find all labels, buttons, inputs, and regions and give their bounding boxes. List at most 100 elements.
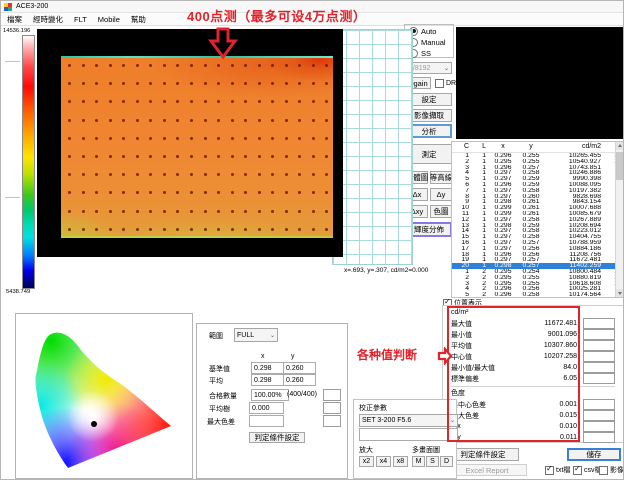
measure-point	[149, 82, 152, 85]
scrollbar-thumb[interactable]	[616, 152, 624, 180]
measure-point	[109, 137, 112, 140]
menu-item-FLT[interactable]: FLT	[74, 15, 87, 24]
measure-point	[271, 119, 274, 122]
calibration-select[interactable]: SET 3-200 F5.6⌄	[359, 414, 458, 427]
measure-point	[122, 119, 125, 122]
measure-point	[312, 82, 315, 85]
max-color-diff-field[interactable]	[249, 415, 284, 427]
measure-point	[190, 100, 193, 103]
annotation-judge-note: 各种值判断	[357, 346, 417, 363]
cie-diagram	[21, 321, 187, 473]
multiview-m-button[interactable]: M	[412, 456, 425, 467]
average-y-field[interactable]: 0.260	[283, 374, 316, 386]
reference-y-field[interactable]: 0.260	[283, 362, 316, 374]
window-title: ACE3-200	[16, 3, 48, 10]
measure-point	[271, 137, 274, 140]
measure-point	[149, 100, 152, 103]
heatmap-panel[interactable]	[37, 29, 343, 257]
txt-file-checkbox[interactable]: txt檔	[545, 465, 570, 475]
chevron-down-icon: ⌄	[270, 332, 275, 339]
measure-point	[231, 155, 234, 158]
measure-point	[298, 64, 301, 67]
save-button[interactable]: 儲存	[567, 448, 621, 461]
radio-manual[interactable]: Manual	[409, 37, 453, 47]
menu-item-幫助[interactable]: 幫助	[131, 14, 146, 25]
csv-file-checkbox[interactable]: csv檔	[573, 465, 602, 475]
radio-auto[interactable]: Auto	[409, 26, 453, 36]
measure-point	[82, 210, 85, 213]
measure-point	[285, 210, 288, 213]
zoom-x2-button[interactable]: x2	[359, 456, 374, 467]
column-x-header: x	[261, 353, 265, 360]
measure-point	[149, 210, 152, 213]
measure-point	[176, 210, 179, 213]
form-judge-condition-button[interactable]: 判定條件設定	[249, 432, 305, 443]
measure-point	[136, 100, 139, 103]
judge-condition-button[interactable]: 判定條件設定	[447, 448, 519, 461]
position-grid-panel	[332, 29, 413, 265]
measure-point	[204, 228, 207, 231]
measure-point	[136, 155, 139, 158]
scroll-down-icon[interactable]	[616, 289, 624, 297]
zoom-x8-button[interactable]: x8	[393, 456, 408, 467]
measure-point	[217, 82, 220, 85]
measure-point	[109, 82, 112, 85]
measure-point	[136, 173, 139, 176]
judgment-box	[583, 410, 615, 421]
annotation-right-arrow-icon	[437, 347, 453, 365]
measure-point	[258, 100, 261, 103]
measure-point	[217, 210, 220, 213]
contour-button[interactable]: 等高線	[430, 171, 452, 184]
reference-x-field[interactable]: 0.298	[251, 362, 284, 374]
measure-point	[176, 119, 179, 122]
zoom-x4-button[interactable]: x4	[376, 456, 391, 467]
calibration-extra-field[interactable]	[359, 428, 458, 441]
stat-row: 最小值9001.096	[451, 329, 623, 340]
delta-y-button[interactable]: Δy	[430, 188, 452, 201]
judgment-box	[583, 351, 615, 362]
scroll-up-icon[interactable]	[616, 142, 624, 150]
table-scrollbar[interactable]	[615, 142, 624, 297]
radio-ss[interactable]: SS	[409, 48, 453, 58]
measure-point	[298, 100, 301, 103]
measure-point	[122, 228, 125, 231]
measure-point	[285, 155, 288, 158]
menu-item-經時變化[interactable]: 經時變化	[33, 14, 63, 25]
image-file-checkbox[interactable]: 影像檔	[599, 465, 624, 475]
measure-point	[190, 119, 193, 122]
measure-point	[68, 210, 71, 213]
measure-point	[312, 64, 315, 67]
measure-point	[122, 82, 125, 85]
measurement-table[interactable]: CLxycd/m2X 110.2960.25510265.45510608210…	[451, 141, 624, 298]
column-y-header: y	[291, 353, 295, 360]
measure-point	[82, 228, 85, 231]
pass-rate-field[interactable]: 100.00%	[251, 389, 289, 401]
measure-point	[68, 119, 71, 122]
measure-point	[190, 210, 193, 213]
measure-point	[325, 119, 328, 122]
measure-point	[271, 155, 274, 158]
average-diff-field[interactable]: 0.000	[249, 402, 284, 414]
measure-point	[204, 82, 207, 85]
measure-point	[190, 155, 193, 158]
measure-point	[271, 82, 274, 85]
measure-point	[163, 82, 166, 85]
measure-point	[122, 210, 125, 213]
multiview-s-button[interactable]: S	[426, 456, 439, 467]
range-select[interactable]: FULL⌄	[234, 328, 278, 342]
colormap-button[interactable]: 色圖	[430, 205, 452, 218]
menu-item-檔案[interactable]: 檔案	[7, 14, 22, 25]
multiview-d-button[interactable]: D	[440, 456, 453, 467]
dr-checkbox[interactable]: DR	[435, 79, 456, 88]
measure-point	[109, 119, 112, 122]
average-x-field[interactable]: 0.298	[251, 374, 284, 386]
measure-point	[298, 191, 301, 194]
stats-chroma-section-label: 色度	[451, 389, 623, 399]
measure-point	[298, 82, 301, 85]
measure-point	[271, 210, 274, 213]
measure-point	[136, 119, 139, 122]
excel-report-button[interactable]: Excel Report	[447, 464, 527, 476]
measure-point	[109, 155, 112, 158]
stat-row: 中心值10207.258	[451, 351, 623, 362]
menu-item-Mobile[interactable]: Mobile	[98, 15, 120, 24]
